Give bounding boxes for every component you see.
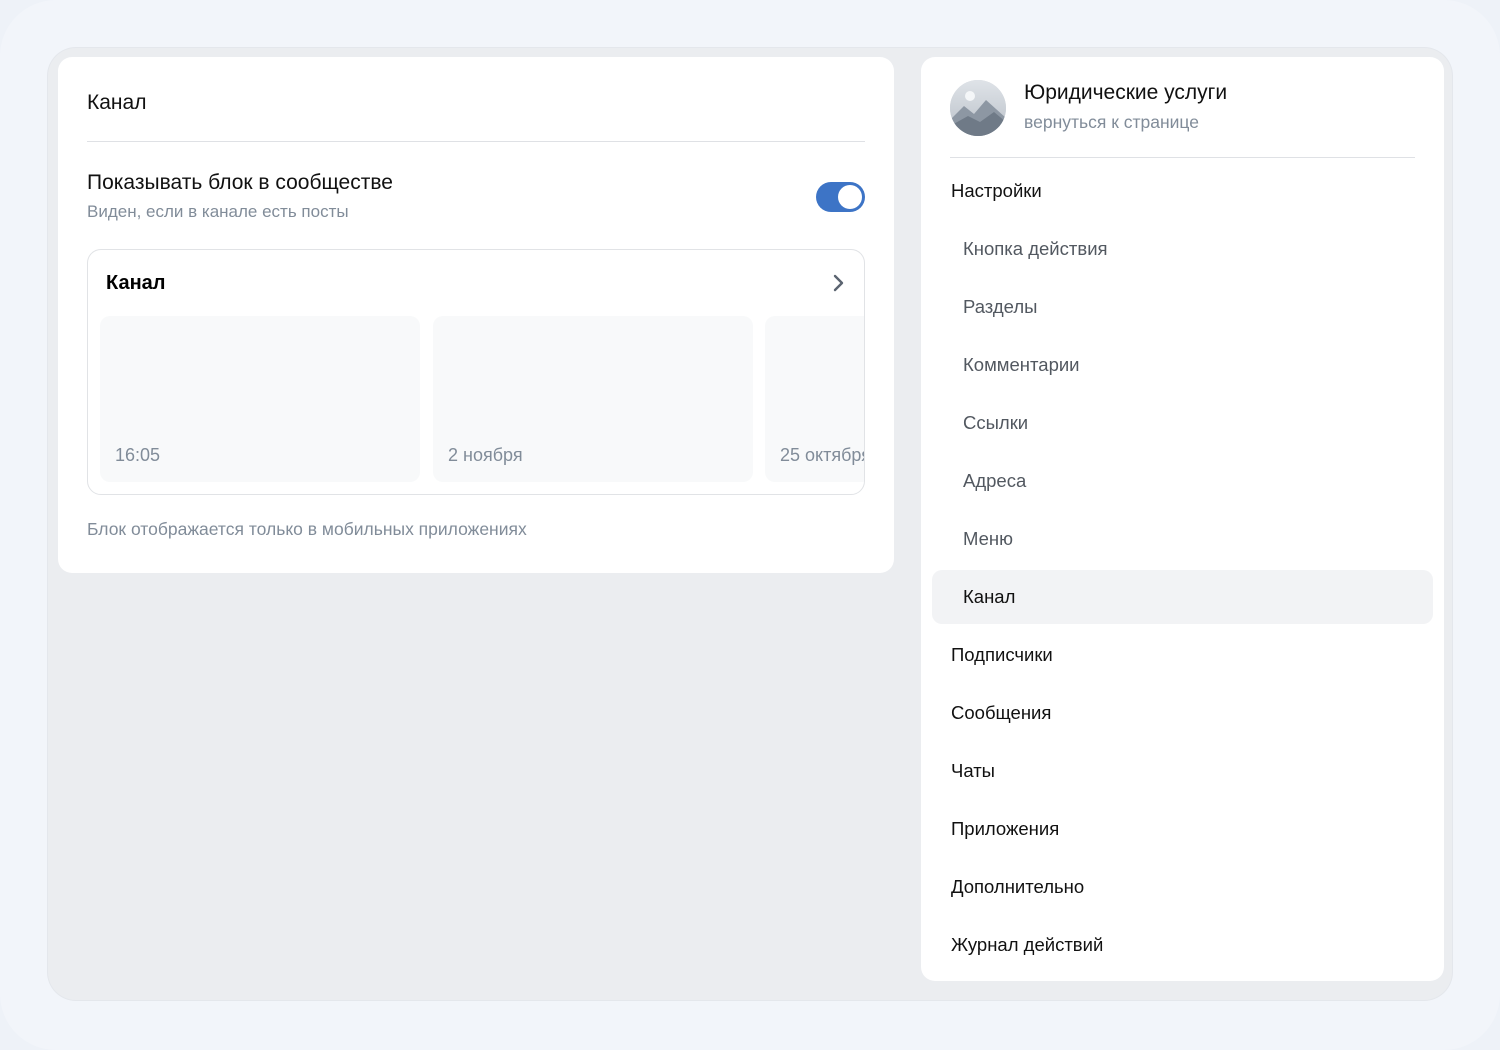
post-card[interactable]: 16:05 [100, 316, 420, 482]
sidebar-item-advanced[interactable]: Дополнительно [921, 858, 1444, 916]
toggle-knob [838, 185, 862, 209]
sidebar-item-apps[interactable]: Приложения [921, 800, 1444, 858]
chevron-right-icon[interactable] [828, 270, 850, 296]
sidebar-item-links[interactable]: Ссылки [921, 394, 1444, 452]
show-block-sublabel: Виден, если в канале есть посты [87, 202, 349, 221]
post-card[interactable]: 25 октября [765, 316, 865, 482]
preview-title: Канал [106, 272, 166, 294]
divider [87, 141, 865, 142]
sidebar-item-messages[interactable]: Сообщения [921, 684, 1444, 742]
sidebar-item-settings[interactable]: Настройки [921, 162, 1444, 220]
sidebar-item-subscribers[interactable]: Подписчики [921, 626, 1444, 684]
sidebar-item-sections[interactable]: Разделы [921, 278, 1444, 336]
sidebar-item-chats[interactable]: Чаты [921, 742, 1444, 800]
back-to-page-link[interactable]: вернуться к странице [1024, 112, 1199, 133]
post-date: 2 ноября [448, 445, 523, 465]
post-date: 16:05 [115, 445, 161, 465]
community-name: Юридические услуги [1024, 81, 1228, 104]
sidebar-item-action-log[interactable]: Журнал действий [921, 916, 1444, 974]
channel-preview-block[interactable]: Канал 16:05 2 ноября 25 октября [87, 249, 865, 495]
divider [950, 157, 1415, 158]
post-card[interactable]: 2 ноября [433, 316, 753, 482]
sidebar-item-menu[interactable]: Меню [921, 510, 1444, 568]
show-block-label: Показывать блок в сообществе [87, 171, 393, 194]
device-frame: Канал Показывать блок в сообществе Виден… [0, 0, 1500, 1050]
mountain-avatar-icon [950, 80, 1006, 136]
post-date: 25 октября [780, 445, 865, 465]
page-title: Канал [87, 91, 147, 114]
community-avatar[interactable] [950, 80, 1006, 136]
settings-sidebar: Юридические услуги вернуться к странице … [921, 57, 1444, 981]
sidebar-item-action-button[interactable]: Кнопка действия [921, 220, 1444, 278]
settings-menu: Настройки Кнопка действия Разделы Коммен… [921, 162, 1444, 974]
show-block-toggle[interactable] [816, 182, 865, 212]
mobile-only-note: Блок отображается только в мобильных при… [87, 519, 527, 539]
sidebar-item-addresses[interactable]: Адреса [921, 452, 1444, 510]
sidebar-item-channel[interactable]: Канал [932, 570, 1433, 624]
channel-settings-card: Канал Показывать блок в сообществе Виден… [58, 57, 894, 573]
sidebar-item-comments[interactable]: Комментарии [921, 336, 1444, 394]
